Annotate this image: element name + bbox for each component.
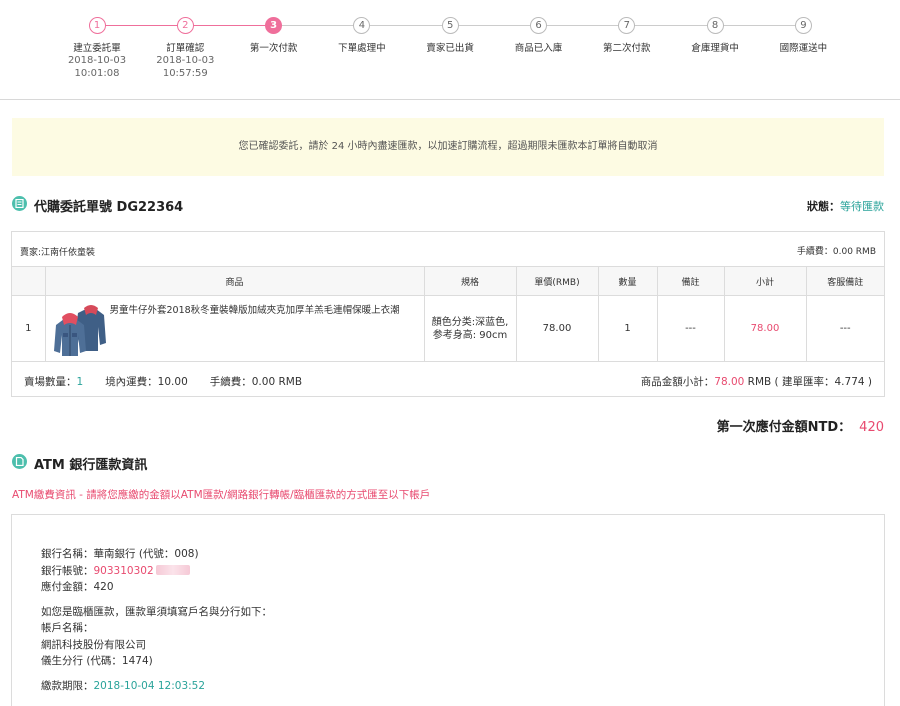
bank-name: 銀行名稱：華南銀行 (代號：008) (41, 548, 199, 560)
row-index: 1 (12, 295, 46, 362)
col-price: 單價(RMB) (515, 266, 599, 296)
product-thumbnail[interactable] (52, 303, 108, 357)
status-value: 等待匯款 (840, 200, 884, 213)
step-time: 10:01:08 (74, 68, 120, 79)
step-8: 8 倉庫理貨中 (665, 17, 765, 54)
step-date: 2018-10-03 (156, 55, 215, 66)
holder-name: 網訊科技股份有限公司 (41, 638, 146, 651)
step-circle: 6 (530, 17, 547, 34)
step-label: 賣家已出貨 (426, 43, 474, 54)
order-summary-left: 賣場數量：1 境內運費：10.00 手續費：0.00 RMB (24, 376, 303, 388)
payment-deadline: 繳款期限：2018-10-04 12:03:52 (41, 679, 206, 692)
step-label: 訂單確認 (166, 43, 205, 54)
col-cs-note: 客服備註 (805, 266, 884, 296)
bank-account: 銀行帳號：903310302 (41, 563, 272, 580)
col-product: 商品 (44, 266, 425, 296)
product-cell: 男童牛仔外套2018秋冬童裝韓版加絨夾克加厚羊羔毛連帽保暖上衣潮 (44, 295, 425, 362)
order-summary: 賣場數量：1 境內運費：10.00 手續費：0.00 RMB 商品金額小計：78.0… (12, 364, 884, 396)
step-label: 倉庫理貨中 (691, 43, 739, 54)
step-4: 4 下單處理中 (312, 17, 412, 54)
first-payment-amount: 420 (859, 420, 884, 435)
table-row: 1 男童牛仔外套2018秋冬童裝韓版加絨夾克加厚羊羔毛連帽保暖上衣潮 顏色分类:… (12, 295, 884, 362)
order-table-box: 賣家:江南仟依童裝 手續費：0.00 RMB 商品 規格 單價(RMB) 數量 … (11, 231, 885, 397)
amount-due: 應付金額：420 (41, 581, 114, 593)
col-spec: 規格 (423, 266, 517, 296)
counter-note: 如您是臨櫃匯款，匯款單須填寫戶名與分行如下： (41, 605, 272, 618)
table-header-row: 商品 規格 單價(RMB) 數量 備註 小計 客服備註 (12, 266, 884, 296)
atm-doc-icon (12, 454, 27, 469)
step-label: 第一次付款 (249, 43, 298, 54)
quantity: 1 (597, 295, 658, 362)
domestic-shipping: 境內運費：10.00 (105, 376, 188, 388)
step-circle: 9 (794, 17, 812, 34)
row-cs-note: --- (805, 295, 884, 362)
step-1: 1 建立委託單 2018-10-03 10:01:08 (47, 17, 147, 80)
col-note: 備註 (656, 266, 725, 296)
order-header: 代購委託單號 DG22364 狀態：等待匯款 (12, 194, 884, 215)
row-subtotal: 78.00 (723, 295, 807, 362)
product-name[interactable]: 男童牛仔外套2018秋冬童裝韓版加絨夾克加厚羊羔毛連帽保暖上衣潮 (110, 302, 400, 316)
branch-info: 儀生分行 (代碼：1474) (41, 655, 153, 667)
progress-steps: 1 建立委託單 2018-10-03 10:01:08 2 訂單確認 2018-10-03 1… (0, 0, 900, 100)
step-2: 2 訂單確認 2018-10-03 10:57:59 (135, 17, 235, 80)
store-qty: 1 (76, 376, 84, 388)
step-6: 6 商品已入庫 (489, 17, 589, 54)
order-items-table: 商品 規格 單價(RMB) 數量 備註 小計 客服備註 1 男童牛仔外套2018… (12, 266, 884, 362)
step-circle: 1 (88, 17, 106, 34)
unit-price: 78.00 (515, 295, 599, 362)
step-date: 2018-10-03 (67, 55, 127, 66)
step-circle: 7 (618, 17, 636, 34)
step-time: 10:57:59 (162, 68, 208, 79)
step-label: 建立委託單 (73, 43, 121, 54)
holder-label: 帳戶名稱： (41, 622, 94, 634)
account-number: 903310302 (93, 564, 154, 577)
goods-subtotal: 78.00 (714, 376, 745, 388)
step-label: 商品已入庫 (514, 43, 563, 54)
order-summary-right: 商品金額小計：78.00 RMB ( 建單匯率：4.774 ) (640, 376, 872, 388)
atm-title: ATM 銀行匯款資訊 (34, 458, 148, 473)
atm-header: ATM 銀行匯款資訊 (12, 452, 884, 473)
step-5: 5 賣家已出貨 (400, 17, 500, 54)
step-label: 下單處理中 (338, 43, 386, 54)
first-payment-total: 第一次應付金額NTD： 420 (716, 420, 884, 435)
step-circle: 5 (441, 17, 459, 34)
handling-fee: 手續費：0.00 RMB (796, 247, 876, 257)
step-circle: 8 (706, 17, 724, 34)
exchange-rate: RMB ( 建單匯率：4.774 ) (744, 376, 872, 388)
masked-digits (155, 564, 190, 575)
atm-info-box: 銀行名稱：華南銀行 (代號：008) 銀行帳號：903310302 應付金額：4… (11, 514, 885, 706)
step-circle: 2 (176, 17, 194, 34)
col-index (12, 266, 46, 296)
step-circle: 3 (265, 17, 283, 34)
step-label: 國際運送中 (779, 43, 828, 54)
step-3: 3 第一次付款 (224, 17, 324, 54)
order-status: 狀態：等待匯款 (807, 200, 884, 213)
order-title: 代購委託單號 DG22364 (34, 200, 184, 215)
payment-notice: 您已確認委託，請於 24 小時內盡速匯款，以加速訂購流程，超過期限未匯款本訂單將… (12, 118, 884, 176)
step-label: 第二次付款 (603, 43, 651, 54)
step-circle: 4 (353, 17, 371, 34)
step-7: 7 第二次付款 (577, 17, 677, 54)
product-spec: 顏色分类:深蓝色, 参考身高: 90cm (423, 295, 517, 362)
col-subtotal: 小計 (723, 266, 807, 296)
atm-instruction: ATM繳費資訊 - 請將您應繳的金額以ATM匯款/網路銀行轉帳/臨櫃匯款的方式匯… (12, 489, 431, 501)
step-9: 9 國際運送中 (753, 17, 853, 54)
atm-details: 銀行名稱：華南銀行 (代號：008) 銀行帳號：903310302 應付金額：4… (41, 546, 272, 694)
order-doc-icon (12, 196, 27, 211)
summary-fee: 手續費：0.00 RMB (209, 376, 303, 388)
col-qty: 數量 (597, 266, 658, 296)
deadline-value: 2018-10-04 12:03:52 (93, 679, 206, 692)
vendor-name: 賣家:江南仟依童裝 (20, 248, 96, 258)
row-note: --- (656, 295, 725, 362)
